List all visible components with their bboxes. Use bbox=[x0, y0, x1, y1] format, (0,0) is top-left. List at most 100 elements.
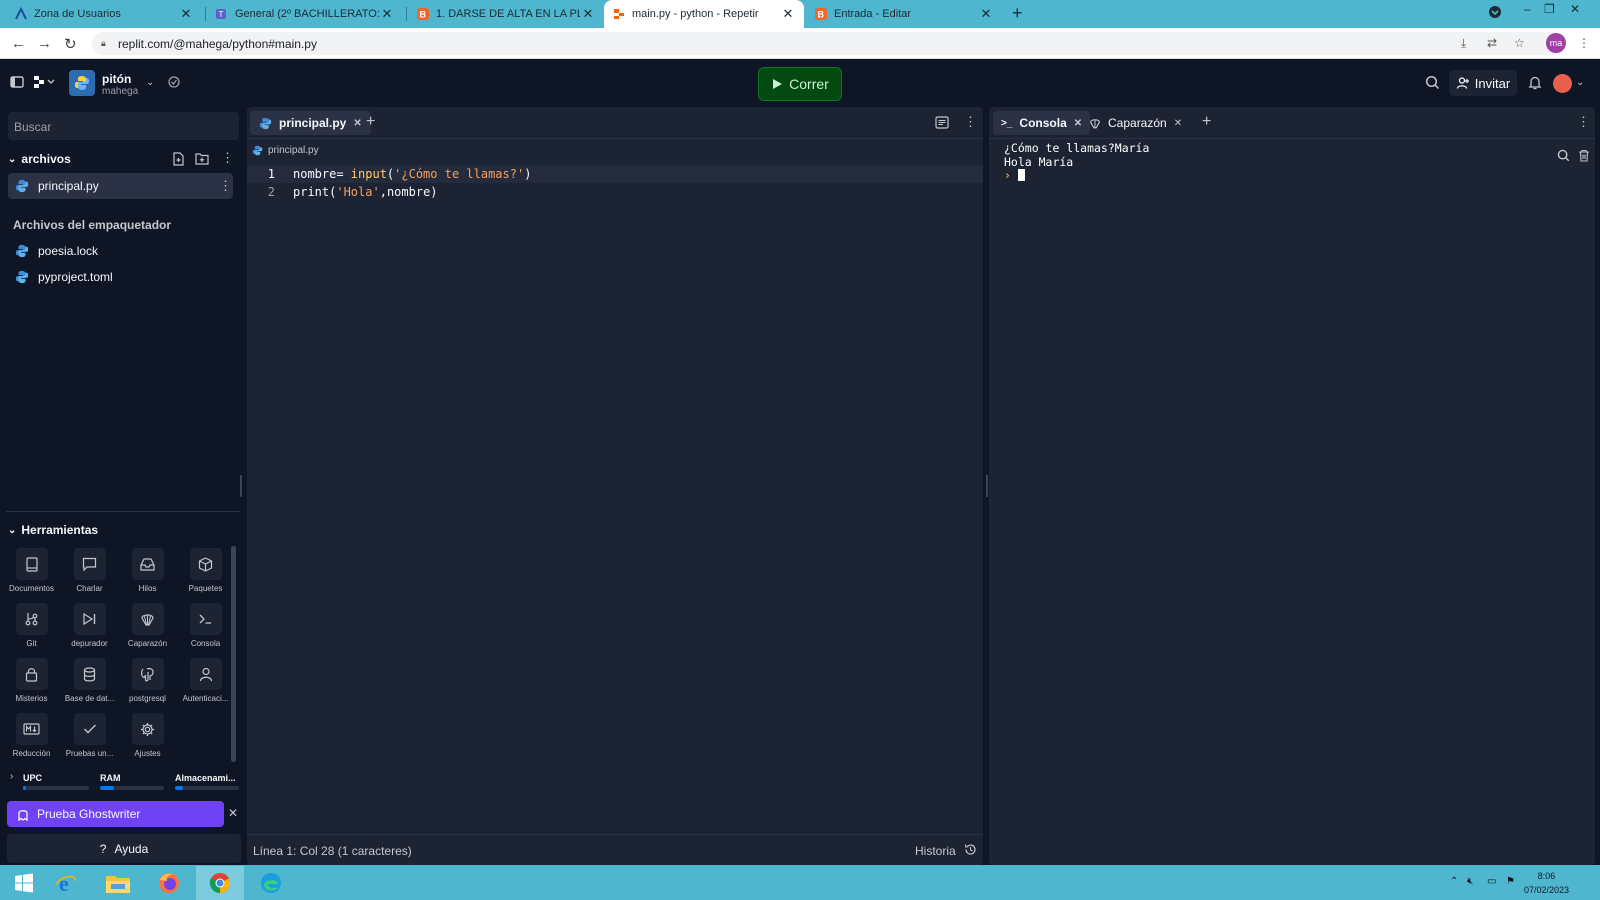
files-section-header[interactable]: ⌄ archivos bbox=[8, 152, 71, 166]
file-item-pyproject[interactable]: pyproject.toml bbox=[8, 264, 233, 290]
close-window-icon[interactable]: ✕ bbox=[1570, 2, 1580, 16]
resize-handle[interactable] bbox=[240, 475, 242, 497]
history-label[interactable]: Historia bbox=[915, 844, 956, 858]
internet-explorer-icon[interactable]: e bbox=[43, 866, 91, 900]
invite-button[interactable]: Invitar bbox=[1449, 70, 1517, 96]
trash-icon[interactable] bbox=[1578, 149, 1590, 162]
close-tab-icon[interactable]: ✕ bbox=[1174, 118, 1182, 129]
close-tab-icon[interactable]: ✕ bbox=[780, 6, 796, 22]
tab-console[interactable]: >_ Consola ✕ bbox=[993, 111, 1091, 135]
run-button[interactable]: Correr bbox=[758, 67, 842, 101]
chrome-icon[interactable] bbox=[196, 866, 244, 900]
chevron-down-icon[interactable]: ⌄ bbox=[146, 77, 154, 88]
back-arrow-icon[interactable]: ← bbox=[11, 35, 26, 52]
tool-threads[interactable]: Hilos bbox=[119, 548, 176, 602]
install-icon[interactable]: ⤓ bbox=[1461, 36, 1466, 51]
repl-name[interactable]: pitón bbox=[102, 72, 131, 86]
network-icon[interactable]: ▭ bbox=[1487, 876, 1496, 887]
new-file-icon[interactable] bbox=[172, 152, 185, 166]
restore-icon[interactable]: ❐ bbox=[1544, 2, 1555, 16]
tab-shell[interactable]: Caparazón ✕ bbox=[1081, 111, 1190, 135]
tool-debugger[interactable]: depurador bbox=[61, 603, 118, 657]
browser-tab[interactable]: B Entrada - Editar ✕ bbox=[806, 0, 1002, 28]
tools-title: Herramientas bbox=[21, 523, 99, 537]
reload-icon[interactable]: ↻ bbox=[64, 35, 77, 53]
new-tab-button[interactable]: + bbox=[1012, 3, 1023, 24]
console-output[interactable]: ¿Cómo te llamas?María Hola María › bbox=[1004, 141, 1149, 183]
tool-console[interactable]: Consola bbox=[177, 603, 234, 657]
close-icon[interactable]: ✕ bbox=[228, 806, 238, 820]
search-icon[interactable] bbox=[1425, 75, 1440, 90]
close-tab-icon[interactable]: ✕ bbox=[178, 6, 194, 22]
browser-tab[interactable]: Zona de Usuarios ✕ bbox=[6, 0, 202, 28]
tray-chevron-icon[interactable]: ⌃ bbox=[1450, 876, 1458, 887]
url-field[interactable]: 🔒︎ replit.com/@mahega/python#main.py bbox=[92, 32, 1564, 55]
tool-git[interactable]: Git bbox=[3, 603, 60, 657]
ghostwriter-button[interactable]: Prueba Ghostwriter bbox=[7, 801, 224, 827]
close-tab-icon[interactable]: ✕ bbox=[379, 6, 395, 22]
code-line[interactable]: 1 nombre= input('¿Cómo te llamas?') bbox=[247, 165, 983, 183]
tool-database[interactable]: Base de dat... bbox=[61, 658, 118, 712]
browser-tab-active[interactable]: main.py - python - Repetir ✕ bbox=[604, 0, 804, 28]
minimize-icon[interactable]: – bbox=[1524, 2, 1531, 16]
add-tab-icon[interactable]: + bbox=[1202, 113, 1211, 131]
close-tab-icon[interactable]: ✕ bbox=[580, 6, 596, 22]
forward-arrow-icon[interactable]: → bbox=[37, 35, 52, 52]
new-folder-icon[interactable] bbox=[195, 152, 209, 165]
bell-icon[interactable] bbox=[1528, 75, 1542, 90]
python-file-icon bbox=[252, 145, 263, 156]
tools-scrollbar[interactable] bbox=[231, 546, 236, 762]
tool-unit-tests[interactable]: Pruebas un... bbox=[61, 713, 118, 767]
tool-shell[interactable]: Caparazón bbox=[119, 603, 176, 657]
files-menu-icon[interactable]: ⋮ bbox=[221, 150, 234, 166]
flag-icon[interactable]: ⚑ bbox=[1506, 876, 1515, 887]
system-clock[interactable]: 8:06 07/02/2023 bbox=[1524, 869, 1569, 897]
file-menu-icon[interactable]: ⋮ bbox=[219, 178, 232, 194]
tool-postgresql[interactable]: postgresql bbox=[119, 658, 176, 712]
tool-settings[interactable]: Ajustes bbox=[119, 713, 176, 767]
firefox-icon[interactable] bbox=[145, 866, 193, 900]
browser-menu-icon[interactable]: ⋮ bbox=[1578, 36, 1590, 50]
translate-icon[interactable]: ⇄ bbox=[1487, 36, 1497, 50]
history-icon[interactable] bbox=[964, 843, 977, 856]
replit-logo-icon[interactable] bbox=[33, 75, 55, 89]
file-item-poesia[interactable]: poesia.lock bbox=[8, 238, 233, 264]
browser-tab[interactable]: T General (2º BACHILLERATO: TIC ( ✕ bbox=[207, 0, 403, 28]
add-tab-icon[interactable]: + bbox=[366, 113, 375, 131]
help-button[interactable]: ? Ayuda bbox=[7, 834, 241, 863]
close-tab-icon[interactable]: ✕ bbox=[353, 118, 361, 129]
tool-markdown[interactable]: Reducción bbox=[3, 713, 60, 767]
search-icon[interactable] bbox=[1557, 149, 1570, 162]
tool-docs[interactable]: Documentos bbox=[3, 548, 60, 602]
tool-auth[interactable]: Autenticaci... bbox=[177, 658, 234, 712]
file-explorer-icon[interactable] bbox=[94, 866, 142, 900]
tab-principal-py[interactable]: principal.py ✕ bbox=[250, 111, 371, 135]
resize-handle[interactable] bbox=[986, 475, 988, 497]
profile-avatar[interactable]: ma bbox=[1546, 33, 1566, 53]
file-search-input[interactable]: Buscar bbox=[8, 112, 239, 140]
run-label: Correr bbox=[789, 76, 829, 92]
tools-section-header[interactable]: ⌄ Herramientas bbox=[8, 523, 98, 537]
python-repl-icon[interactable] bbox=[69, 70, 95, 96]
breadcrumb-file[interactable]: principal.py bbox=[268, 145, 319, 156]
sidebar-toggle-icon[interactable] bbox=[10, 75, 24, 89]
tab-search-icon[interactable] bbox=[1488, 5, 1502, 19]
tool-chat[interactable]: Charlar bbox=[61, 548, 118, 602]
windows-start-icon[interactable] bbox=[0, 866, 48, 900]
layout-icon[interactable] bbox=[935, 116, 949, 129]
file-name: poesia.lock bbox=[38, 244, 99, 258]
chevron-down-icon[interactable]: ⌄ bbox=[1576, 77, 1584, 88]
browser-tab[interactable]: B 1. DARSE DE ALTA EN LA PLATAF ✕ bbox=[408, 0, 604, 28]
code-line[interactable]: 2 print('Hola',nombre) bbox=[247, 183, 983, 201]
speaker-muted-icon[interactable]: 🔇︎ bbox=[1467, 876, 1473, 887]
tool-packages[interactable]: Paquetes bbox=[177, 548, 234, 602]
chevron-right-icon[interactable]: › bbox=[10, 771, 13, 782]
console-menu-icon[interactable]: ⋮ bbox=[1577, 114, 1590, 130]
user-avatar[interactable] bbox=[1553, 74, 1572, 93]
file-item-principal[interactable]: principal.py ⋮ bbox=[8, 173, 233, 199]
close-tab-icon[interactable]: ✕ bbox=[978, 6, 994, 22]
tool-secrets[interactable]: Misterios bbox=[3, 658, 60, 712]
bookmark-star-icon[interactable]: ☆ bbox=[1514, 36, 1525, 50]
editor-menu-icon[interactable]: ⋮ bbox=[964, 114, 977, 130]
edge-icon[interactable] bbox=[247, 866, 295, 900]
